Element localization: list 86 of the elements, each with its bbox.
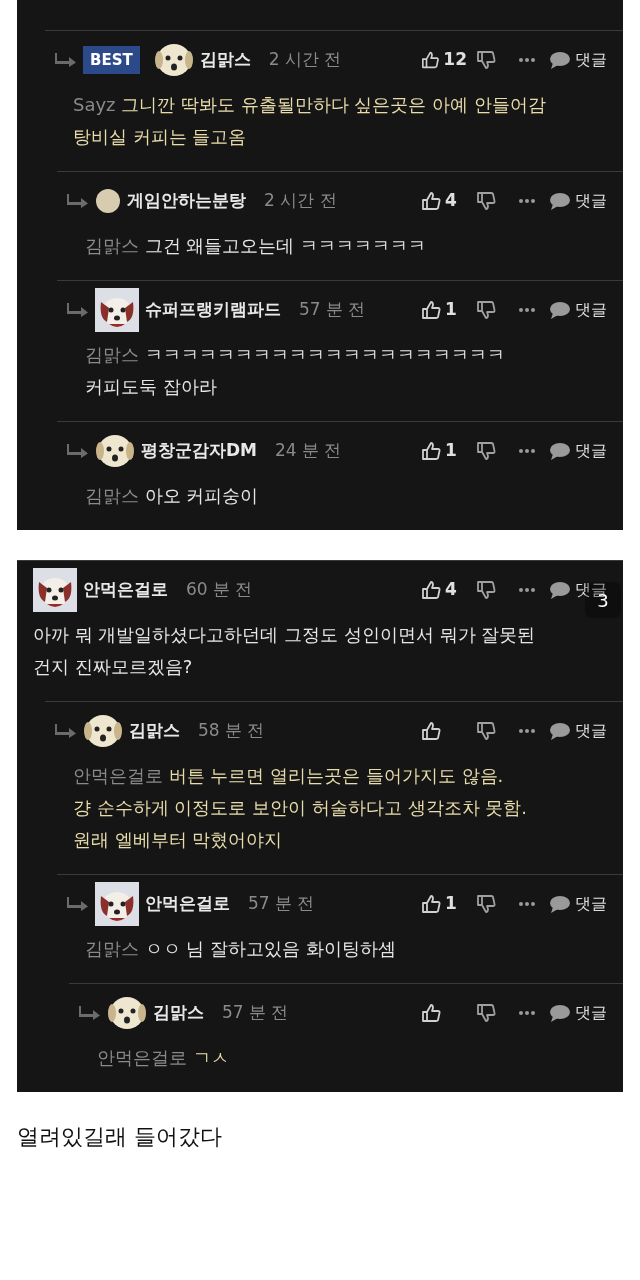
thumbs-up-icon[interactable] <box>421 894 441 914</box>
thumbs-up-icon[interactable] <box>421 721 441 741</box>
speech-bubble-icon <box>549 51 571 69</box>
more-icon[interactable] <box>518 448 536 454</box>
reply-button[interactable]: 댓글 <box>549 48 607 72</box>
thumbs-down-icon[interactable] <box>476 894 496 914</box>
dog-avatar <box>153 42 194 78</box>
reply-arrow-icon <box>55 723 77 739</box>
comment-text: 김맑스 그건 왜들고오는데 ㅋㅋㅋㅋㅋㅋㅋ <box>84 234 428 258</box>
more-icon[interactable] <box>518 587 536 593</box>
speech-bubble-icon <box>549 192 571 210</box>
reply-button[interactable]: 댓글 <box>549 439 607 463</box>
comment-time: 57 분 전 <box>299 298 366 322</box>
author-name[interactable]: 안먹은걸로 <box>83 577 168 603</box>
thumbs-down-icon[interactable] <box>476 1003 496 1023</box>
thumbs-up-icon[interactable] <box>421 580 441 600</box>
dog-avatar <box>107 995 147 1031</box>
more-icon[interactable] <box>518 728 536 734</box>
comment-time: 60 분 전 <box>186 578 253 602</box>
like-count: 4 <box>445 578 457 602</box>
thumbs-down-icon[interactable] <box>476 721 496 741</box>
reply-arrow-icon <box>67 443 89 459</box>
thumbs-up-icon[interactable] <box>421 441 441 461</box>
author-name[interactable]: 김맑스 <box>199 47 251 73</box>
dog-avatar <box>95 288 139 332</box>
thumbs-down-icon[interactable] <box>476 441 496 461</box>
speech-bubble-icon <box>549 301 571 319</box>
author-name[interactable]: 게임안하는분탕 <box>127 188 246 214</box>
speech-bubble-icon <box>549 442 571 460</box>
dog-avatar <box>95 433 135 469</box>
comment-time: 57 분 전 <box>222 1001 289 1025</box>
comment-text: 김맑스 ㅋㅋㅋㅋㅋㅋㅋㅋㅋㅋㅋㅋㅋㅋㅋㅋㅋㅋㅋㅋ 커피도둑 잡아라 <box>84 343 506 399</box>
speech-bubble-icon <box>549 895 571 913</box>
comment-text: 안먹은걸로 버튼 누르면 열리는곳은 들어가지도 않음. 걍 순수하게 이정도로 보안이 허술하다고 생각조차 못함. 원래 엘베부터 막혔어야지 <box>72 764 529 852</box>
thumbs-down-icon[interactable] <box>476 50 496 70</box>
reply-arrow-icon <box>55 52 77 68</box>
speech-bubble-icon <box>549 581 571 599</box>
comment-text: 김맑스 아오 커피숭이 <box>84 484 260 508</box>
dog-avatar <box>95 882 139 926</box>
thumbs-down-icon[interactable] <box>476 191 496 211</box>
dog-avatar <box>33 568 77 612</box>
like-count: 1 <box>445 439 457 463</box>
speech-bubble-icon <box>549 1004 571 1022</box>
like-count: 1 <box>445 892 457 916</box>
comment-text: 안먹은걸로 ㄱㅅ <box>96 1046 230 1070</box>
like-count: 1 <box>445 298 457 322</box>
thumbs-up-icon[interactable] <box>421 191 441 211</box>
thumbs-down-icon[interactable] <box>476 300 496 320</box>
thumbs-up-icon[interactable] <box>421 300 441 320</box>
comment-text: 아까 뭐 개발일하셨다고하던데 그정도 성인이면서 뭐가 잘못된 건지 진짜모르겠음? <box>33 623 537 679</box>
reply-arrow-icon <box>67 193 89 209</box>
comment-time: 2 시간 전 <box>264 189 337 213</box>
more-icon[interactable] <box>518 1010 536 1016</box>
more-icon[interactable] <box>518 307 536 313</box>
thumbs-up-icon[interactable] <box>421 1003 441 1023</box>
author-name[interactable]: 안먹은걸로 <box>145 891 230 917</box>
author-name[interactable]: 평창군감자DM <box>141 438 258 464</box>
like-count: 4 <box>445 189 457 213</box>
reply-arrow-icon <box>67 302 89 318</box>
comment-time: 57 분 전 <box>248 892 315 916</box>
comment-text: Sayz 그니깐 딱봐도 유출될만하다 싶은곳은 아예 안들어감 탕비실 커피는 들고옴 <box>72 93 547 149</box>
avatar-icon <box>95 188 121 214</box>
more-icon[interactable] <box>518 198 536 204</box>
reply-button[interactable]: 댓글 <box>549 1001 607 1025</box>
thumbs-down-icon[interactable] <box>476 580 496 600</box>
comment-time: 2 시간 전 <box>268 48 342 72</box>
more-icon[interactable] <box>518 901 536 907</box>
reply-button[interactable]: 댓글 <box>549 189 607 213</box>
author-name[interactable]: 김맑스 <box>153 1000 204 1026</box>
like-count: 12 <box>443 48 467 72</box>
author-name[interactable]: 슈퍼프랭키램파드 <box>145 297 281 323</box>
reply-button[interactable]: 댓글 <box>549 719 607 743</box>
speech-bubble-icon <box>549 722 571 740</box>
caption-text: 열려있길래 들어갔다 <box>16 1123 223 1151</box>
reply-arrow-icon <box>67 896 89 912</box>
reply-arrow-icon <box>79 1005 101 1021</box>
best-badge: BEST <box>83 45 140 75</box>
more-icon[interactable] <box>518 57 536 63</box>
comment-time: 58 분 전 <box>198 719 265 743</box>
author-name[interactable]: 김맑스 <box>129 718 180 744</box>
thumbs-up-icon[interactable] <box>421 50 440 70</box>
comment-text: 김맑스 ㅇㅇ 님 잘하고있음 화이팅하셈 <box>84 937 397 961</box>
reply-button[interactable]: 댓글 <box>549 892 607 916</box>
dog-avatar <box>83 713 123 749</box>
comment-time: 24 분 전 <box>275 439 342 463</box>
reply-button[interactable]: 댓글 <box>549 298 607 322</box>
